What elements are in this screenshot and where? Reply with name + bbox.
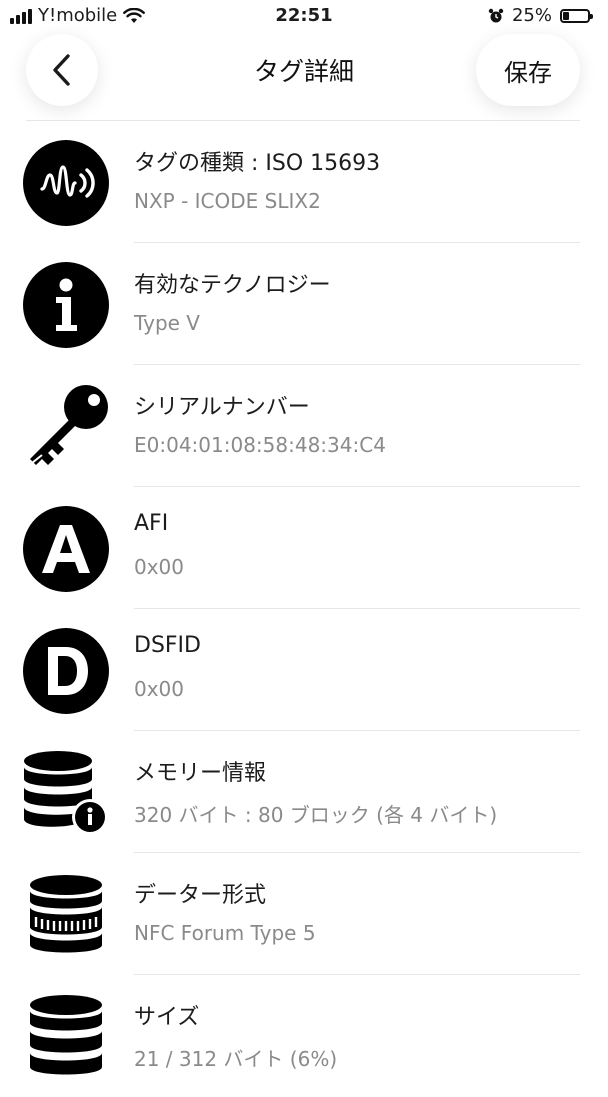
row-value: 320 バイト : 80 ブロック (各 4 バイト) xyxy=(134,803,498,827)
row-label: メモリー情報 xyxy=(134,761,267,786)
letter-d-icon xyxy=(22,627,110,715)
list-item-afi[interactable]: AFI 0x00 xyxy=(0,487,608,609)
row-label: シリアルナンバー xyxy=(134,395,310,420)
tag-detail-list: タグの種類 : ISO 15693 NXP - ICODE SLIX2 有効なテ… xyxy=(0,121,608,1097)
row-value: NFC Forum Type 5 xyxy=(134,921,316,945)
alarm-icon xyxy=(488,8,504,22)
list-item-serial-number[interactable]: シリアルナンバー E0:04:01:08:58:48:34:C4 xyxy=(0,365,608,487)
list-item-tag-type[interactable]: タグの種類 : ISO 15693 NXP - ICODE SLIX2 xyxy=(0,121,608,243)
row-value: 21 / 312 バイト (6%) xyxy=(134,1047,338,1071)
database-icon xyxy=(22,993,110,1081)
status-right: 25% xyxy=(488,5,593,26)
nfc-wave-icon xyxy=(22,139,110,227)
list-item-size[interactable]: サイズ 21 / 312 バイト (6%) xyxy=(0,975,608,1097)
letter-a-icon xyxy=(22,505,110,593)
row-value: NXP - ICODE SLIX2 xyxy=(134,189,321,213)
row-label: 有効なテクノロジー xyxy=(134,273,331,298)
battery-fill xyxy=(563,11,569,20)
row-label: サイズ xyxy=(134,1005,200,1030)
row-value: 0x00 xyxy=(134,555,185,579)
info-icon xyxy=(22,261,110,349)
list-item-dsfid[interactable]: DSFID 0x00 xyxy=(0,609,608,731)
row-value: 0x00 xyxy=(134,677,185,701)
save-button[interactable]: 保存 xyxy=(476,34,580,106)
key-icon xyxy=(22,383,110,471)
battery-percent: 25% xyxy=(511,5,552,26)
database-info-icon xyxy=(22,749,110,837)
list-item-technologies[interactable]: 有効なテクノロジー Type V xyxy=(0,243,608,365)
status-bar: Y!mobile 22:51 25% xyxy=(0,0,608,34)
row-label: タグの種類 : ISO 15693 xyxy=(134,151,381,176)
coin-stack-icon xyxy=(22,871,110,959)
list-item-data-format[interactable]: データー形式 NFC Forum Type 5 xyxy=(0,853,608,975)
row-value: Type V xyxy=(134,311,200,335)
row-label: データー形式 xyxy=(134,883,267,908)
row-label: AFI xyxy=(134,511,169,536)
row-label: DSFID xyxy=(134,633,201,658)
battery-icon xyxy=(560,8,593,23)
list-item-memory-info[interactable]: メモリー情報 320 バイト : 80 ブロック (各 4 バイト) xyxy=(0,731,608,853)
row-value: E0:04:01:08:58:48:34:C4 xyxy=(134,433,386,457)
navigation-header: タグ詳細 保存 xyxy=(0,34,608,122)
